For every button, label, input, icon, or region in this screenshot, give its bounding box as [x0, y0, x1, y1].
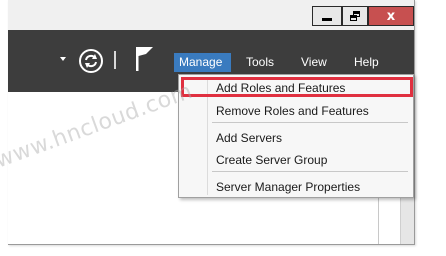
menu-item-add-servers[interactable]: Add Servers: [216, 129, 282, 147]
highlight-annotation: [181, 77, 413, 97]
toolbar-separator: [114, 51, 116, 69]
menu-view[interactable]: View: [301, 53, 331, 72]
panel-divider: [378, 198, 379, 244]
menu-separator: [212, 122, 408, 123]
restore-button[interactable]: [342, 6, 368, 26]
menu-help[interactable]: Help: [354, 53, 386, 72]
dropdown-arrow-icon[interactable]: [60, 57, 66, 61]
title-bar: x: [8, 0, 414, 30]
menu-tools[interactable]: Tools: [246, 53, 282, 72]
menu-item-server-manager-properties[interactable]: Server Manager Properties: [216, 178, 360, 196]
restore-icon: [350, 11, 360, 21]
refresh-icon[interactable]: [78, 48, 104, 74]
menu-separator: [212, 171, 408, 172]
close-icon: x: [386, 8, 396, 24]
menu-manage[interactable]: Manage: [174, 53, 231, 72]
flag-icon[interactable]: [134, 45, 156, 73]
menu-item-remove-roles-and-features[interactable]: Remove Roles and Features: [216, 102, 369, 120]
minimize-icon: [322, 18, 332, 21]
minimize-button[interactable]: [312, 6, 342, 26]
menu-item-create-server-group[interactable]: Create Server Group: [216, 151, 327, 169]
close-button[interactable]: x: [368, 6, 414, 26]
